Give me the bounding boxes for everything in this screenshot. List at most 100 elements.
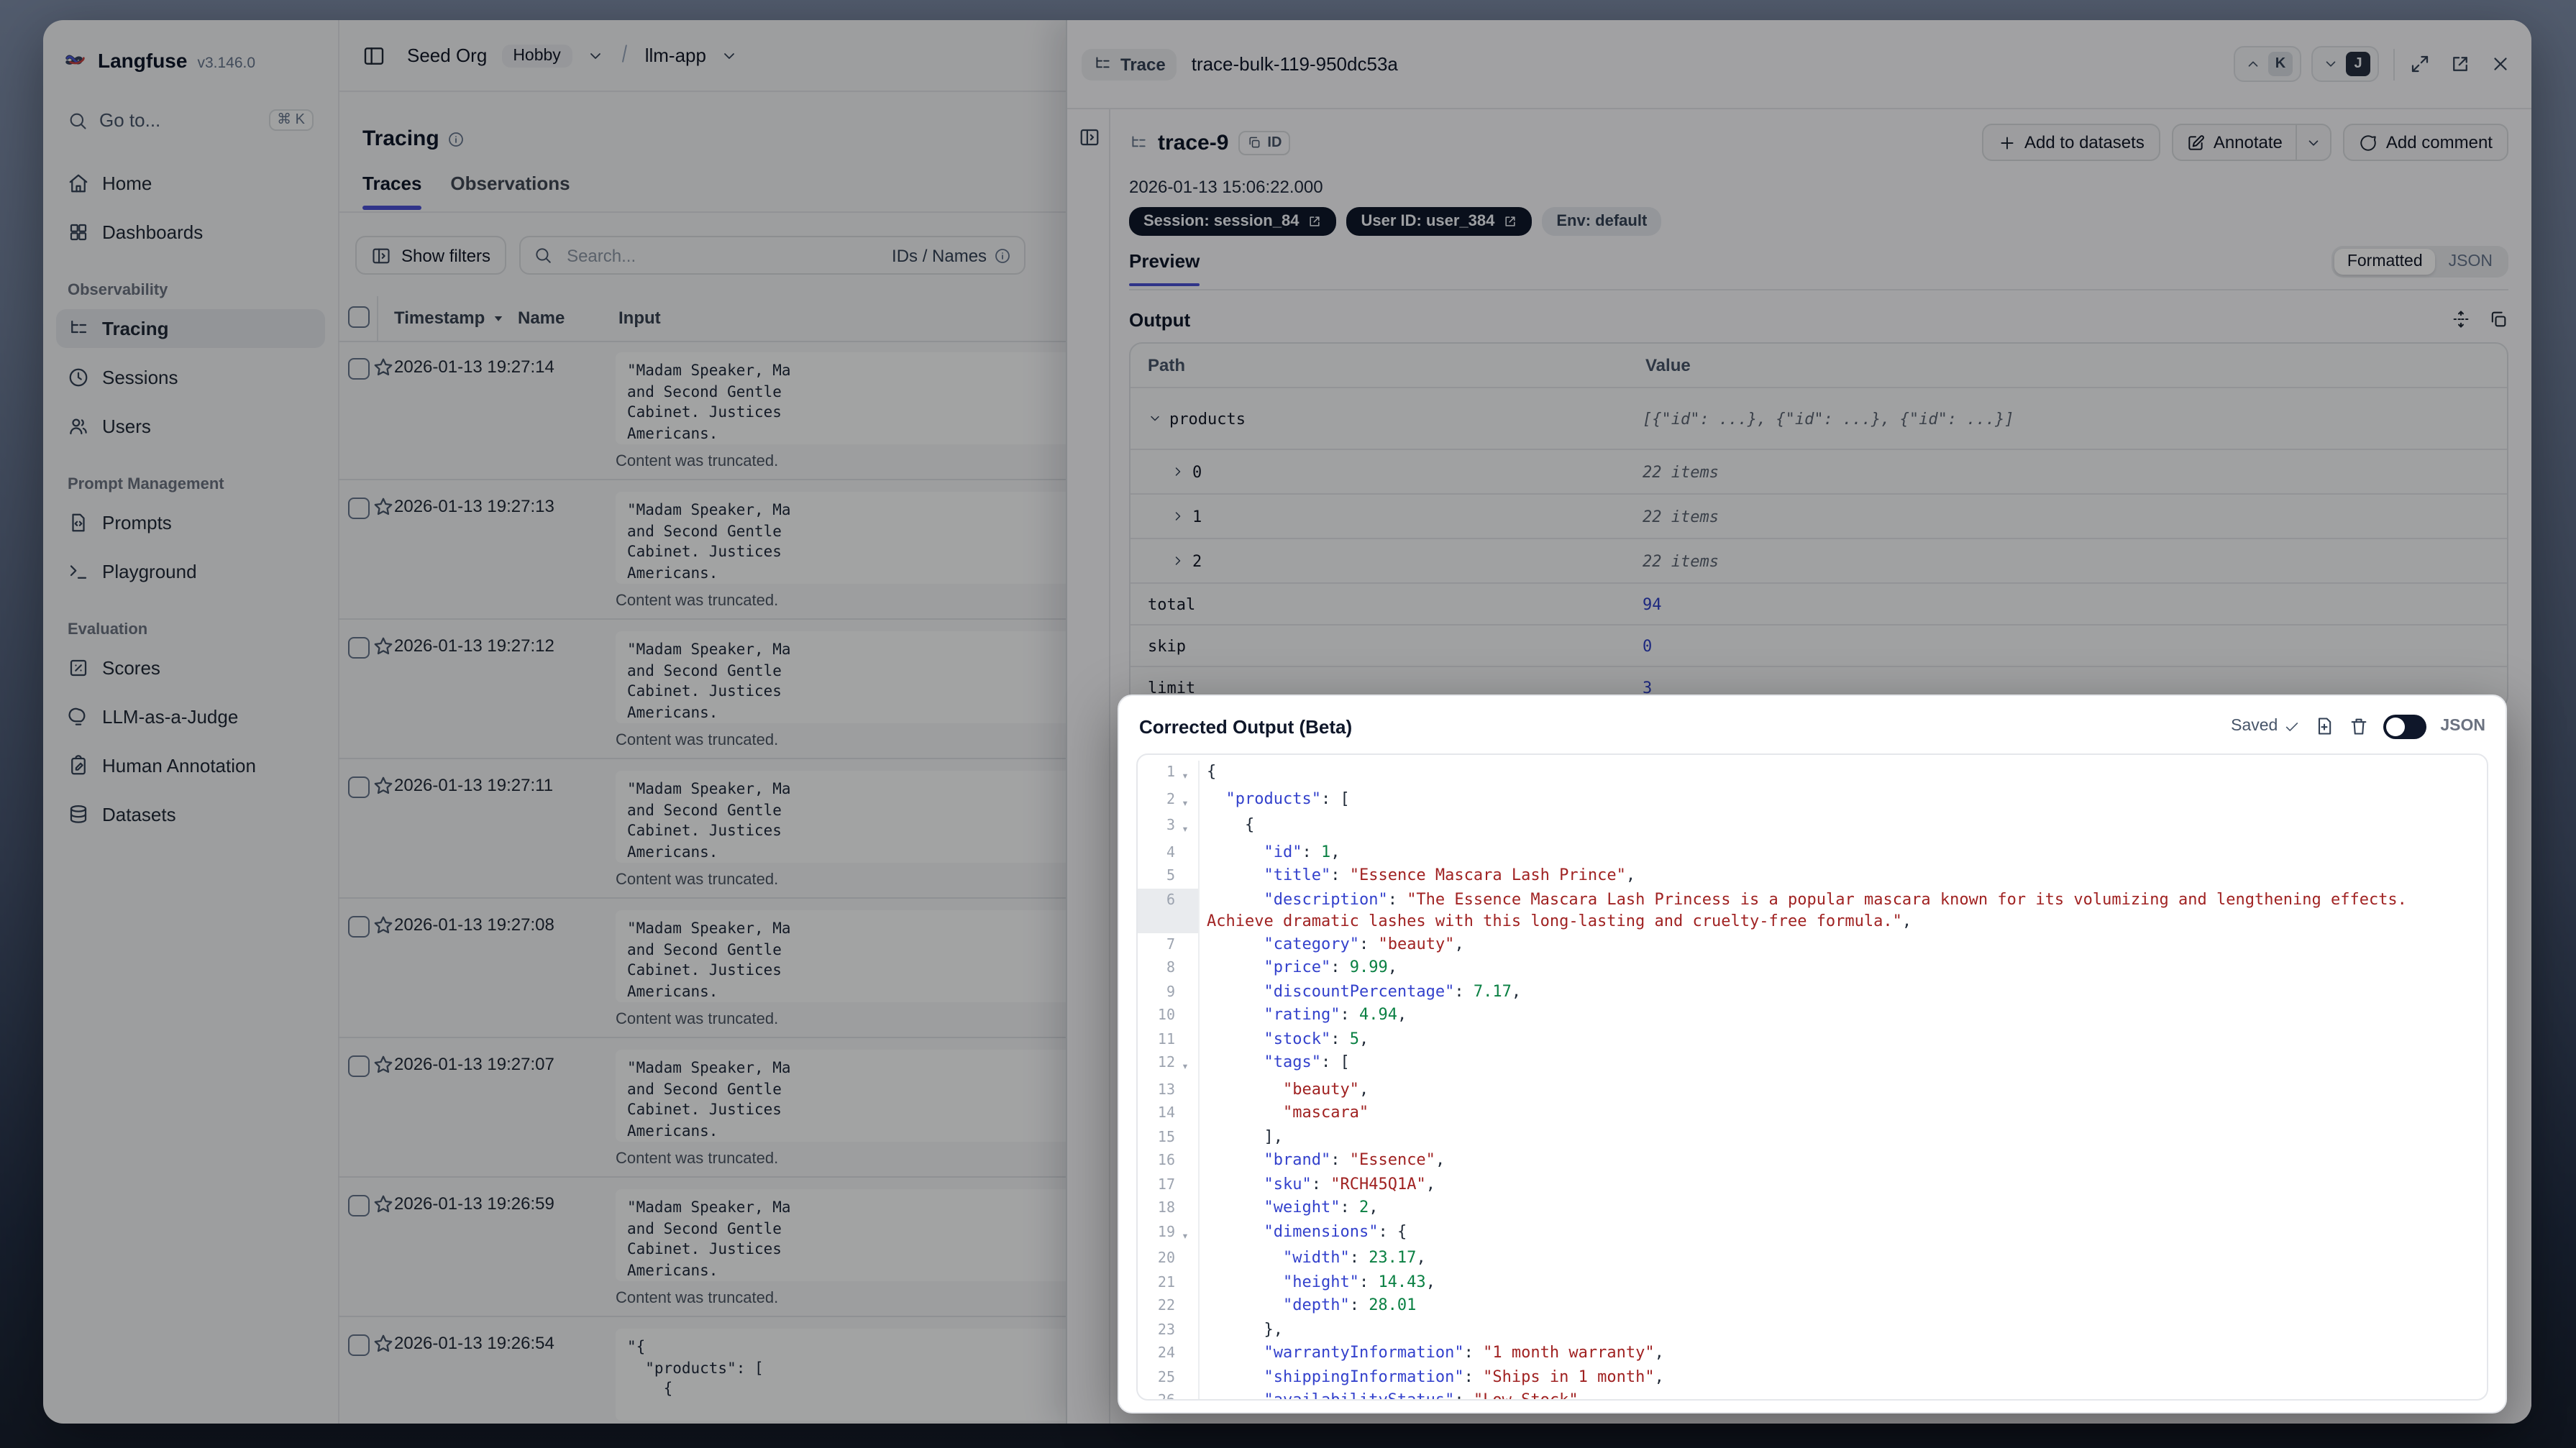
- code-line[interactable]: 21 "height": 14.43,: [1138, 1270, 2487, 1294]
- code-line[interactable]: 26 "availabilityStatus": "Low Stock",: [1138, 1389, 2487, 1399]
- line-gutter: 24: [1138, 1342, 1198, 1365]
- toggle-knob: [2385, 717, 2405, 736]
- line-gutter: 22: [1138, 1294, 1198, 1318]
- code-line[interactable]: 12 ▾ "tags": [: [1138, 1051, 2487, 1078]
- code-text: "category": "beauty",: [1198, 933, 2487, 956]
- line-number: 20: [1157, 1251, 1175, 1267]
- code-line[interactable]: 25 "shippingInformation": "Ships in 1 mo…: [1138, 1365, 2487, 1389]
- code-line[interactable]: 5 "title": "Essence Mascara Lash Prince"…: [1138, 864, 2487, 888]
- code-line[interactable]: 16 "brand": "Essence",: [1138, 1149, 2487, 1173]
- saved-status: Saved: [2231, 718, 2299, 735]
- code-line[interactable]: 7 "category": "beauty",: [1138, 933, 2487, 956]
- line-gutter: 19 ▾: [1138, 1220, 1198, 1247]
- line-number: 16: [1157, 1153, 1175, 1169]
- line-gutter: 1 ▾: [1138, 761, 1198, 787]
- json-toggle[interactable]: [2383, 714, 2426, 738]
- fold-arrow-icon[interactable]: ▾: [1175, 1051, 1195, 1078]
- line-gutter: 11: [1138, 1027, 1198, 1051]
- line-number: 1: [1166, 765, 1175, 781]
- code-line[interactable]: 15 ],: [1138, 1125, 2487, 1149]
- save-icon[interactable]: [2314, 716, 2334, 736]
- line-gutter: 23: [1138, 1318, 1198, 1342]
- code-text: ],: [1198, 1125, 2487, 1149]
- code-text: "mascara": [1198, 1101, 2487, 1125]
- code-line[interactable]: 23 },: [1138, 1318, 2487, 1342]
- code-line[interactable]: 9 "discountPercentage": 7.17,: [1138, 980, 2487, 1004]
- line-gutter: 16: [1138, 1149, 1198, 1173]
- line-number: 5: [1166, 869, 1175, 884]
- line-gutter: 14: [1138, 1101, 1198, 1125]
- fold-arrow-icon[interactable]: ▾: [1175, 1220, 1195, 1247]
- line-number: 10: [1157, 1008, 1175, 1024]
- code-text: "title": "Essence Mascara Lash Prince",: [1198, 864, 2487, 888]
- json-toggle-label: JSON: [2440, 718, 2485, 735]
- line-gutter: 10: [1138, 1004, 1198, 1027]
- corrected-output-card: Corrected Output (Beta) Saved JSON 1 ▾{2 ▾…: [1118, 695, 2507, 1413]
- line-number: 25: [1157, 1370, 1175, 1385]
- code-line[interactable]: 13 "beauty",: [1138, 1078, 2487, 1101]
- code-line[interactable]: 18 "weight": 2,: [1138, 1196, 2487, 1220]
- code-text: "id": 1,: [1198, 840, 2487, 864]
- code-text: "shippingInformation": "Ships in 1 month…: [1198, 1365, 2487, 1389]
- code-line[interactable]: 8 "price": 9.99,: [1138, 956, 2487, 980]
- code-text: "brand": "Essence",: [1198, 1149, 2487, 1173]
- fold-arrow-icon[interactable]: ▾: [1175, 787, 1195, 814]
- code-line[interactable]: 11 "stock": 5,: [1138, 1027, 2487, 1051]
- line-number: 12: [1157, 1055, 1175, 1071]
- line-number: 18: [1157, 1201, 1175, 1216]
- code-line[interactable]: 10 "rating": 4.94,: [1138, 1004, 2487, 1027]
- code-line[interactable]: 22 "depth": 28.01: [1138, 1294, 2487, 1318]
- code-text: "beauty",: [1198, 1078, 2487, 1101]
- code-text: {: [1198, 761, 2487, 787]
- code-line[interactable]: 19 ▾ "dimensions": {: [1138, 1220, 2487, 1247]
- fold-arrow-icon[interactable]: ▾: [1175, 814, 1195, 840]
- code-text: "warrantyInformation": "1 month warranty…: [1198, 1342, 2487, 1365]
- line-number: 14: [1157, 1106, 1175, 1122]
- code-text: {: [1198, 814, 2487, 840]
- code-text: "price": 9.99,: [1198, 956, 2487, 980]
- code-text: "depth": 28.01: [1198, 1294, 2487, 1318]
- code-line[interactable]: 6 "description": "The Essence Mascara La…: [1138, 888, 2487, 933]
- fold-arrow-icon[interactable]: ▾: [1175, 761, 1195, 787]
- code-text: },: [1198, 1318, 2487, 1342]
- line-number: 11: [1157, 1032, 1175, 1048]
- line-gutter: 4: [1138, 840, 1198, 864]
- line-number: 6: [1166, 892, 1175, 908]
- json-editor[interactable]: 1 ▾{2 ▾ "products": [3 ▾ {4 "id": 1, 5 "titl…: [1136, 753, 2488, 1401]
- code-text: "width": 23.17,: [1198, 1247, 2487, 1270]
- line-number: 3: [1166, 818, 1175, 834]
- line-gutter: 9: [1138, 980, 1198, 1004]
- code-line[interactable]: 24 "warrantyInformation": "1 month warra…: [1138, 1342, 2487, 1365]
- line-number: 17: [1157, 1177, 1175, 1193]
- code-line[interactable]: 20 "width": 23.17,: [1138, 1247, 2487, 1270]
- code-text: "stock": 5,: [1198, 1027, 2487, 1051]
- code-line[interactable]: 1 ▾{: [1138, 761, 2487, 787]
- line-gutter: 3 ▾: [1138, 814, 1198, 840]
- code-line[interactable]: 14 "mascara": [1138, 1101, 2487, 1125]
- code-line[interactable]: 3 ▾ {: [1138, 814, 2487, 840]
- code-text: "rating": 4.94,: [1198, 1004, 2487, 1027]
- delete-icon[interactable]: [2348, 716, 2368, 736]
- line-number: 13: [1157, 1082, 1175, 1098]
- code-line[interactable]: 2 ▾ "products": [: [1138, 787, 2487, 814]
- line-number: 4: [1166, 845, 1175, 861]
- code-line[interactable]: 4 "id": 1,: [1138, 840, 2487, 864]
- line-gutter: 18: [1138, 1196, 1198, 1220]
- line-number: 2: [1166, 792, 1175, 807]
- code-line[interactable]: 17 "sku": "RCH45Q1A",: [1138, 1173, 2487, 1196]
